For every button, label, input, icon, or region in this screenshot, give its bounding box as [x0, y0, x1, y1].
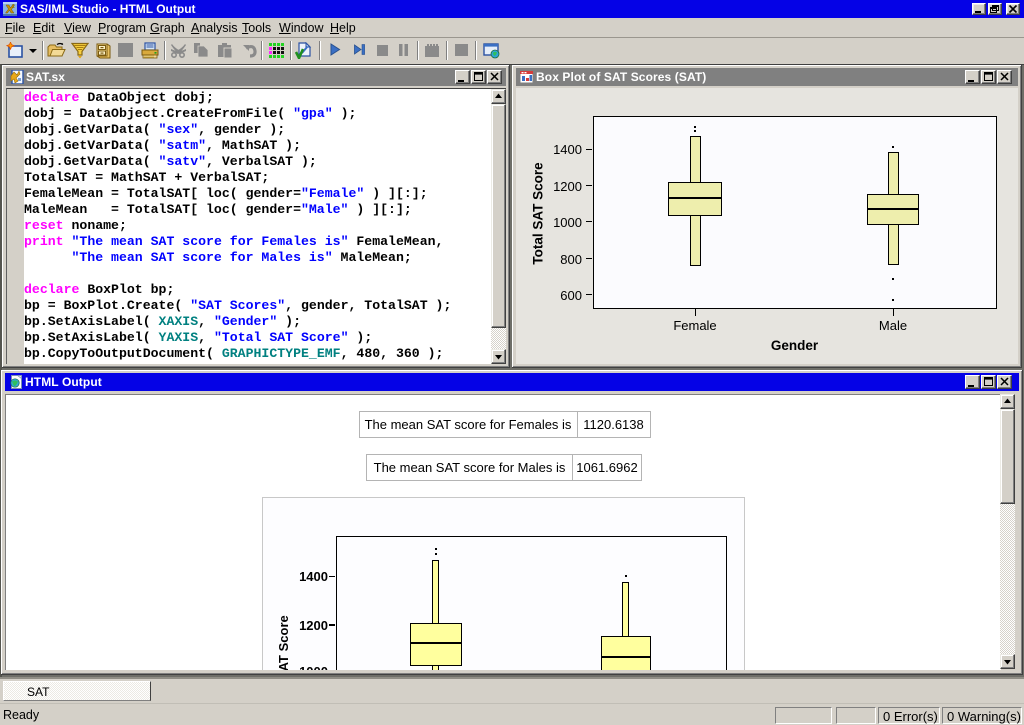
- svg-text:2: 2: [12, 4, 15, 10]
